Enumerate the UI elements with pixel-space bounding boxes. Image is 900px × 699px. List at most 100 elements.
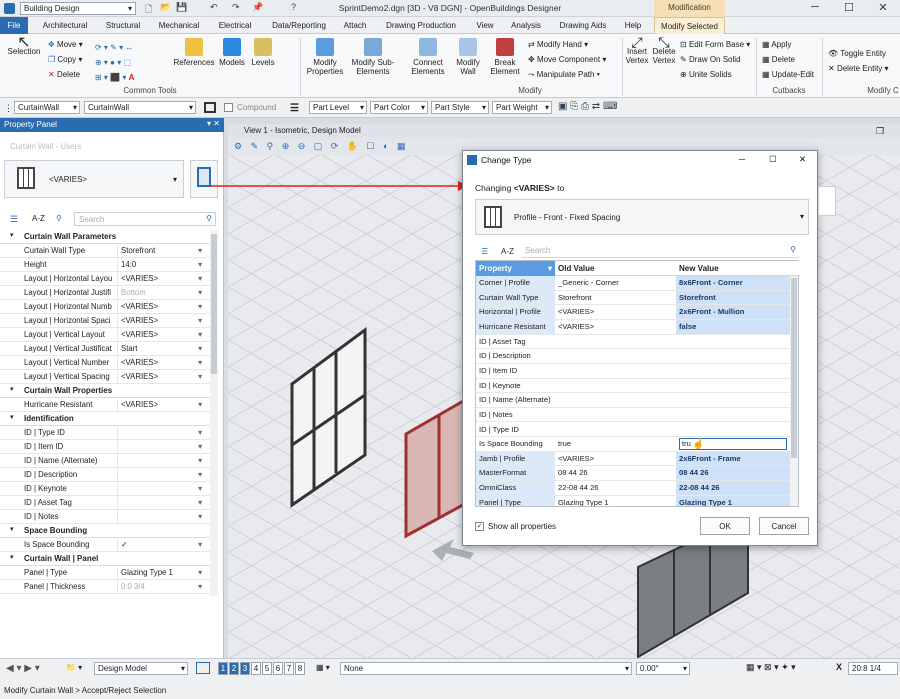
change-type-row[interactable]: MasterFormat 08 44 26 08 44 26 [476, 466, 798, 482]
ok-button[interactable]: OK [700, 517, 750, 535]
modify-hand-button[interactable]: ⇄ Modify Hand ▾ [528, 40, 588, 49]
property-column-header[interactable]: Property ▾ [476, 261, 555, 276]
change-type-row[interactable]: ID | Item ID [476, 364, 798, 379]
connect-elements-button[interactable]: Connect Elements [406, 38, 450, 76]
row-new-value[interactable]: 8x6Front - Corner [679, 278, 787, 287]
property-value[interactable]: ✓ ▾ [117, 539, 204, 551]
property-section-header[interactable]: ▾ Curtain Wall Properties [0, 384, 214, 398]
property-value[interactable]: Glazing Type 1 ▾ [117, 567, 204, 579]
row-new-value[interactable]: 2x6Front - Mullion [679, 307, 787, 316]
property-value[interactable]: Bottom ▾ [117, 287, 204, 299]
folder-icon[interactable]: 📁 ▾ [66, 663, 82, 672]
property-section-header[interactable]: ▾ Identification [0, 412, 214, 426]
unite-solids-button[interactable]: ⊕ Unite Solids [680, 70, 732, 79]
view-button-2[interactable]: 2 [229, 662, 239, 675]
property-search-input[interactable]: Search ⚲ [74, 212, 216, 226]
dialog-search-input[interactable]: Search ⚲ [521, 245, 799, 258]
move-button[interactable]: ✥ Move ▾ [48, 40, 83, 49]
row-new-value[interactable]: Glazing Type 1 [679, 498, 787, 506]
view-button-7[interactable]: 7 [284, 662, 294, 675]
property-value[interactable]: <VARIES> ▾ [117, 399, 204, 411]
tab-view[interactable]: View [472, 17, 498, 34]
property-row[interactable]: Layout | Vertical Layout <VARIES> ▾ [0, 328, 214, 342]
change-type-row[interactable]: ID | Keynote [476, 379, 798, 394]
property-row[interactable]: Panel | Thickness 0:0 3/4 ▾ [0, 580, 214, 594]
property-row[interactable]: Layout | Horizontal Numb <VARIES> ▾ [0, 300, 214, 314]
part-weight-dropdown[interactable]: Part Weight ▾ [492, 101, 552, 114]
dialog-maximize-button[interactable]: ☐ [769, 154, 777, 165]
view-button-1[interactable]: 1 [218, 662, 228, 675]
tab-modify-selected[interactable]: Modify Selected [654, 17, 725, 34]
row-new-value[interactable]: 22-08 44 26 [679, 483, 787, 492]
break-element-button[interactable]: Break Element [486, 38, 524, 76]
change-type-row[interactable]: OmniClass 22-08 44 26 22-08 44 26 [476, 481, 798, 496]
view-toggle-icon[interactable] [196, 662, 210, 674]
change-type-row[interactable]: ID | Description [476, 349, 798, 364]
change-type-row[interactable]: Corner | Profile _Generic - Corner 8x6Fron… [476, 276, 798, 291]
modify-properties-button[interactable]: Modify Properties [304, 38, 346, 76]
old-value-column-header[interactable]: Old Value [555, 261, 676, 276]
tab-attach[interactable]: Attach [340, 17, 370, 34]
levels-button[interactable]: Levels [249, 38, 277, 67]
property-row[interactable]: ID | Item ID ▾ [0, 440, 214, 454]
part-color-dropdown[interactable]: Part Color ▾ [370, 101, 428, 114]
angle-input[interactable]: 0.00° ▾ [636, 662, 690, 675]
model-dropdown[interactable]: Design Model ▾ [94, 662, 188, 675]
tab-structural[interactable]: Structural [100, 17, 146, 34]
collapse-icon[interactable]: ▾ [10, 413, 14, 421]
panel-controls-icon[interactable]: ▾ ✕ [207, 119, 220, 128]
toolbar-extra-icons[interactable]: ▣ ⎘ ⎙ ⇄ ⌨ [558, 101, 617, 112]
apply-button[interactable]: ▦ Apply [762, 40, 791, 49]
manipulate-path-button[interactable]: ⤳ Manipulate Path ▾ [528, 70, 600, 80]
dialog-list-view-icon[interactable]: ☰ [481, 247, 488, 256]
property-section-header[interactable]: ▾ Curtain Wall | Panel [0, 552, 214, 566]
property-value[interactable]: ▾ [117, 511, 204, 523]
common-tools-small-icons[interactable]: ⟳ ▾ ✎ ▾ ↔ ⊕ ▾ ● ▾ ⬚ ⊞ ▾ ⬛ ▾ A [95, 40, 134, 85]
change-type-row[interactable]: Hurricane Resistant <VARIES> false [476, 319, 798, 335]
snap-icons[interactable]: ▦ ▾ ⊠ ▾ ✦ ▾ [746, 662, 796, 673]
change-type-row[interactable]: ID | Type ID [476, 423, 798, 438]
references-button[interactable]: References [172, 38, 216, 67]
type-dropdown-1[interactable]: CurtainWall ▾ [14, 101, 80, 114]
dialog-close-button[interactable]: ✕ [799, 154, 806, 165]
change-type-row[interactable]: Panel | Type Glazing Type 1 Glazing Type 1 [476, 495, 798, 506]
toggle-entity-button[interactable]: 👁 Toggle Entity [828, 49, 886, 58]
grid-scrollbar[interactable] [790, 276, 798, 506]
change-type-row[interactable]: ID | Notes [476, 408, 798, 423]
property-row[interactable]: ID | Type ID ▾ [0, 426, 214, 440]
window-icon[interactable] [204, 102, 216, 113]
row-new-value[interactable]: 08 44 26 [679, 468, 787, 477]
property-value[interactable]: <VARIES> ▾ [117, 371, 204, 383]
level-icon[interactable]: ▦ ▾ [316, 663, 330, 672]
change-type-row[interactable]: ID | Name (Alternate) [476, 393, 798, 408]
property-value[interactable]: Storefront ▾ [117, 245, 204, 257]
selection-button[interactable]: ↖ Selection [4, 35, 44, 57]
minimize-button[interactable]: ─ [800, 1, 830, 16]
property-row[interactable]: Hurricane Resistant <VARIES> ▾ [0, 398, 214, 412]
move-component-button[interactable]: ✥ Move Component ▾ [528, 55, 606, 64]
models-button[interactable]: Models [217, 38, 247, 67]
view-button-8[interactable]: 8 [295, 662, 305, 675]
tab-electrical[interactable]: Electrical [212, 17, 258, 34]
view-button-3[interactable]: 3 [240, 662, 250, 675]
tab-architectural[interactable]: Architectural [34, 17, 96, 34]
property-row[interactable]: Layout | Horizontal Layou <VARIES> ▾ [0, 272, 214, 286]
tab-help[interactable]: Help [620, 17, 646, 34]
property-value[interactable]: 0:0 3/4 ▾ [117, 581, 204, 593]
tab-analysis[interactable]: Analysis [506, 17, 546, 34]
list-view-icon[interactable]: ☰ [10, 214, 18, 225]
property-row[interactable]: Layout | Vertical Justificat Start ▾ [0, 342, 214, 356]
property-scrollbar[interactable] [210, 230, 218, 596]
property-value[interactable]: 14:0 ▾ [117, 259, 204, 271]
change-type-row[interactable]: Curtain Wall Type Storefront Storefront [476, 290, 798, 306]
property-section-header[interactable]: ▾ Space Bounding [0, 524, 214, 538]
change-type-row[interactable]: Is Space Bounding true tru [476, 437, 798, 452]
property-value[interactable]: Start ▾ [117, 343, 204, 355]
cancel-button[interactable]: Cancel [759, 517, 809, 535]
delete-vertex-button[interactable]: ⤡ Delete Vertex [651, 35, 677, 65]
tab-mechanical[interactable]: Mechanical [153, 17, 205, 34]
property-value[interactable]: ▾ [117, 427, 204, 439]
property-row[interactable]: Layout | Vertical Number <VARIES> ▾ [0, 356, 214, 370]
element-selector[interactable]: <VARIES> ▾ [4, 160, 184, 198]
property-value[interactable]: <VARIES> ▾ [117, 315, 204, 327]
